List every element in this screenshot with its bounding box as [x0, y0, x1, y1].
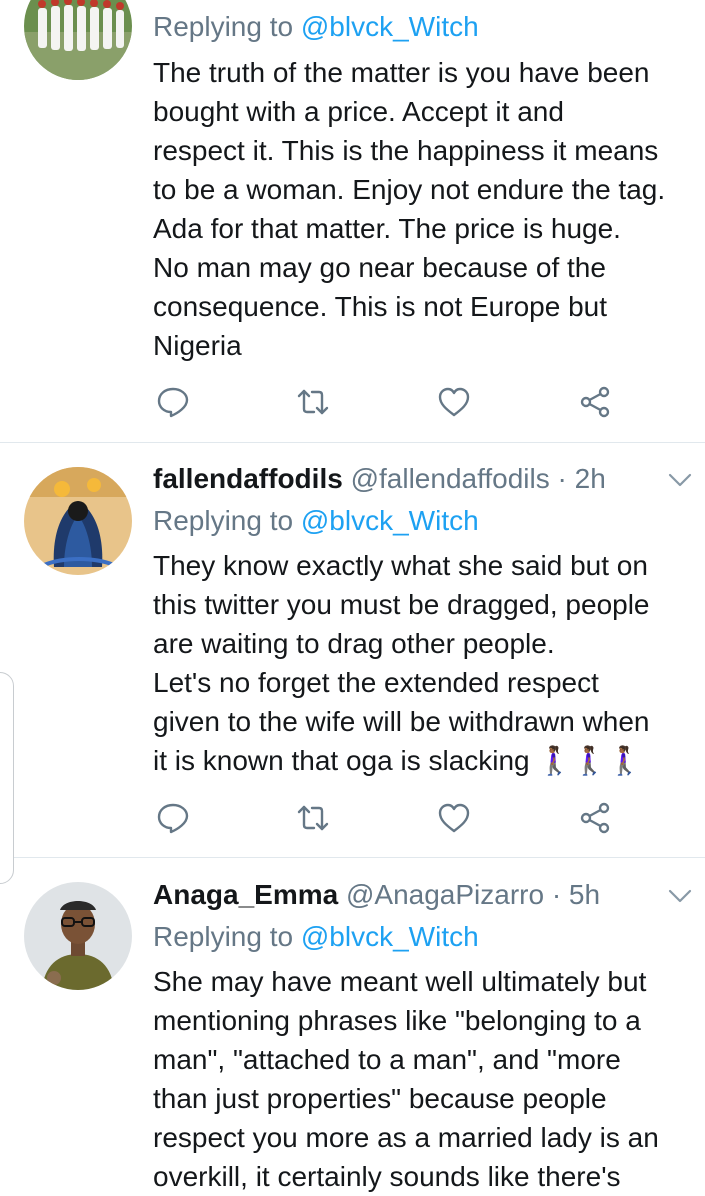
text-line: it is known that oga is slacking 🚶🏾‍♀️🚶🏾… — [153, 741, 698, 780]
text-line: She may have meant well ultimately but — [153, 966, 647, 997]
mention-link[interactable]: @blvck_Witch — [301, 921, 479, 952]
tweet-text: The truth of the matter is you have been… — [153, 53, 698, 365]
avatar[interactable] — [24, 882, 132, 990]
tweet-header: Anaga_Emma @AnagaPizarro · 5h — [153, 877, 705, 913]
timestamp[interactable]: · 2h — [558, 463, 606, 494]
share-button[interactable] — [575, 382, 615, 422]
text-line: consequence. This is not Europe but — [153, 291, 608, 322]
text-line: given to the wife will be withdrawn when — [153, 706, 650, 737]
tweet-3[interactable]: Anaga_Emma @AnagaPizarro · 5h Replying t… — [0, 858, 705, 1192]
retweet-icon — [297, 805, 329, 831]
text-line: Nigeria — [153, 330, 242, 361]
timestamp[interactable]: · 5h — [552, 879, 600, 910]
retweet-button[interactable] — [293, 382, 333, 422]
text-line: man", "attached to a man", and "more — [153, 1044, 621, 1075]
like-button[interactable] — [434, 382, 474, 422]
artwork-avatar-icon — [24, 467, 132, 575]
reply-button[interactable] — [153, 382, 193, 422]
text-line: mentioning phrases like "belonging to a — [153, 1005, 641, 1036]
text-line: bought with a price. Accept it and — [153, 96, 564, 127]
chevron-down-icon — [668, 473, 692, 487]
text-line: respect it. This is the happiness it mea… — [153, 135, 659, 166]
display-name[interactable]: Anaga_Emma — [153, 879, 338, 910]
person-photo-avatar-icon — [24, 882, 132, 990]
share-icon — [580, 386, 610, 418]
replying-to: Replying to @blvck_Witch — [153, 919, 479, 955]
text-line: No man may go near because of the — [153, 252, 606, 283]
retweet-icon — [297, 389, 329, 415]
group-photo-avatar-icon — [24, 0, 132, 80]
mention-link[interactable]: @blvck_Witch — [301, 505, 479, 536]
replying-prefix: Replying to — [153, 11, 294, 42]
text-line: overkill, it certainly sounds like there… — [153, 1161, 621, 1192]
reply-button[interactable] — [153, 798, 193, 838]
text-line: Let's no forget the extended respect — [153, 667, 599, 698]
share-icon — [580, 802, 610, 834]
replying-to: Replying to @blvck_Witch — [153, 9, 479, 45]
like-button[interactable] — [434, 798, 474, 838]
text-line: than just properties" because people — [153, 1083, 607, 1114]
text-line: are waiting to drag other people. — [153, 628, 555, 659]
user-handle[interactable]: @AnagaPizarro — [346, 879, 544, 910]
tweet-2[interactable]: fallendaffodils @fallendaffodils · 2h Re… — [0, 443, 705, 857]
text-line: Ada for that matter. The price is huge. — [153, 213, 621, 244]
action-bar — [153, 382, 633, 422]
side-drawer-handle[interactable] — [0, 672, 14, 884]
chevron-down-icon — [668, 889, 692, 903]
walking-emoji: 🚶🏾‍♀️🚶🏾‍♀️🚶🏾‍♀️ — [537, 745, 643, 776]
display-name[interactable]: fallendaffodils — [153, 463, 343, 494]
tweet-header: fallendaffodils @fallendaffodils · 2h — [153, 461, 705, 497]
text-line: respect you more as a married lady is an — [153, 1122, 659, 1153]
text-line: this twitter you must be dragged, people — [153, 589, 650, 620]
mention-link[interactable]: @blvck_Witch — [301, 11, 479, 42]
share-button[interactable] — [575, 798, 615, 838]
tweet-text: They know exactly what she said but on t… — [153, 546, 698, 780]
retweet-button[interactable] — [293, 798, 333, 838]
tweet-text: She may have meant well ultimately but m… — [153, 962, 698, 1196]
heart-icon — [438, 803, 470, 833]
replying-prefix: Replying to — [153, 505, 294, 536]
text-line: to be a woman. Enjoy not endure the tag. — [153, 174, 666, 205]
more-options-button[interactable] — [667, 467, 693, 493]
text-line-content: it is known that oga is slacking — [153, 745, 530, 776]
avatar[interactable] — [24, 0, 132, 80]
tweet-1[interactable]: Replying to @blvck_Witch The truth of th… — [0, 0, 705, 442]
reply-icon — [157, 387, 189, 418]
reply-icon — [157, 803, 189, 834]
replying-prefix: Replying to — [153, 921, 294, 952]
replying-to: Replying to @blvck_Witch — [153, 503, 479, 539]
text-line: The truth of the matter is you have been — [153, 57, 650, 88]
heart-icon — [438, 387, 470, 417]
avatar[interactable] — [24, 467, 132, 575]
text-line: They know exactly what she said but on — [153, 550, 648, 581]
more-options-button[interactable] — [667, 883, 693, 909]
action-bar — [153, 798, 633, 838]
user-handle[interactable]: @fallendaffodils — [351, 463, 550, 494]
